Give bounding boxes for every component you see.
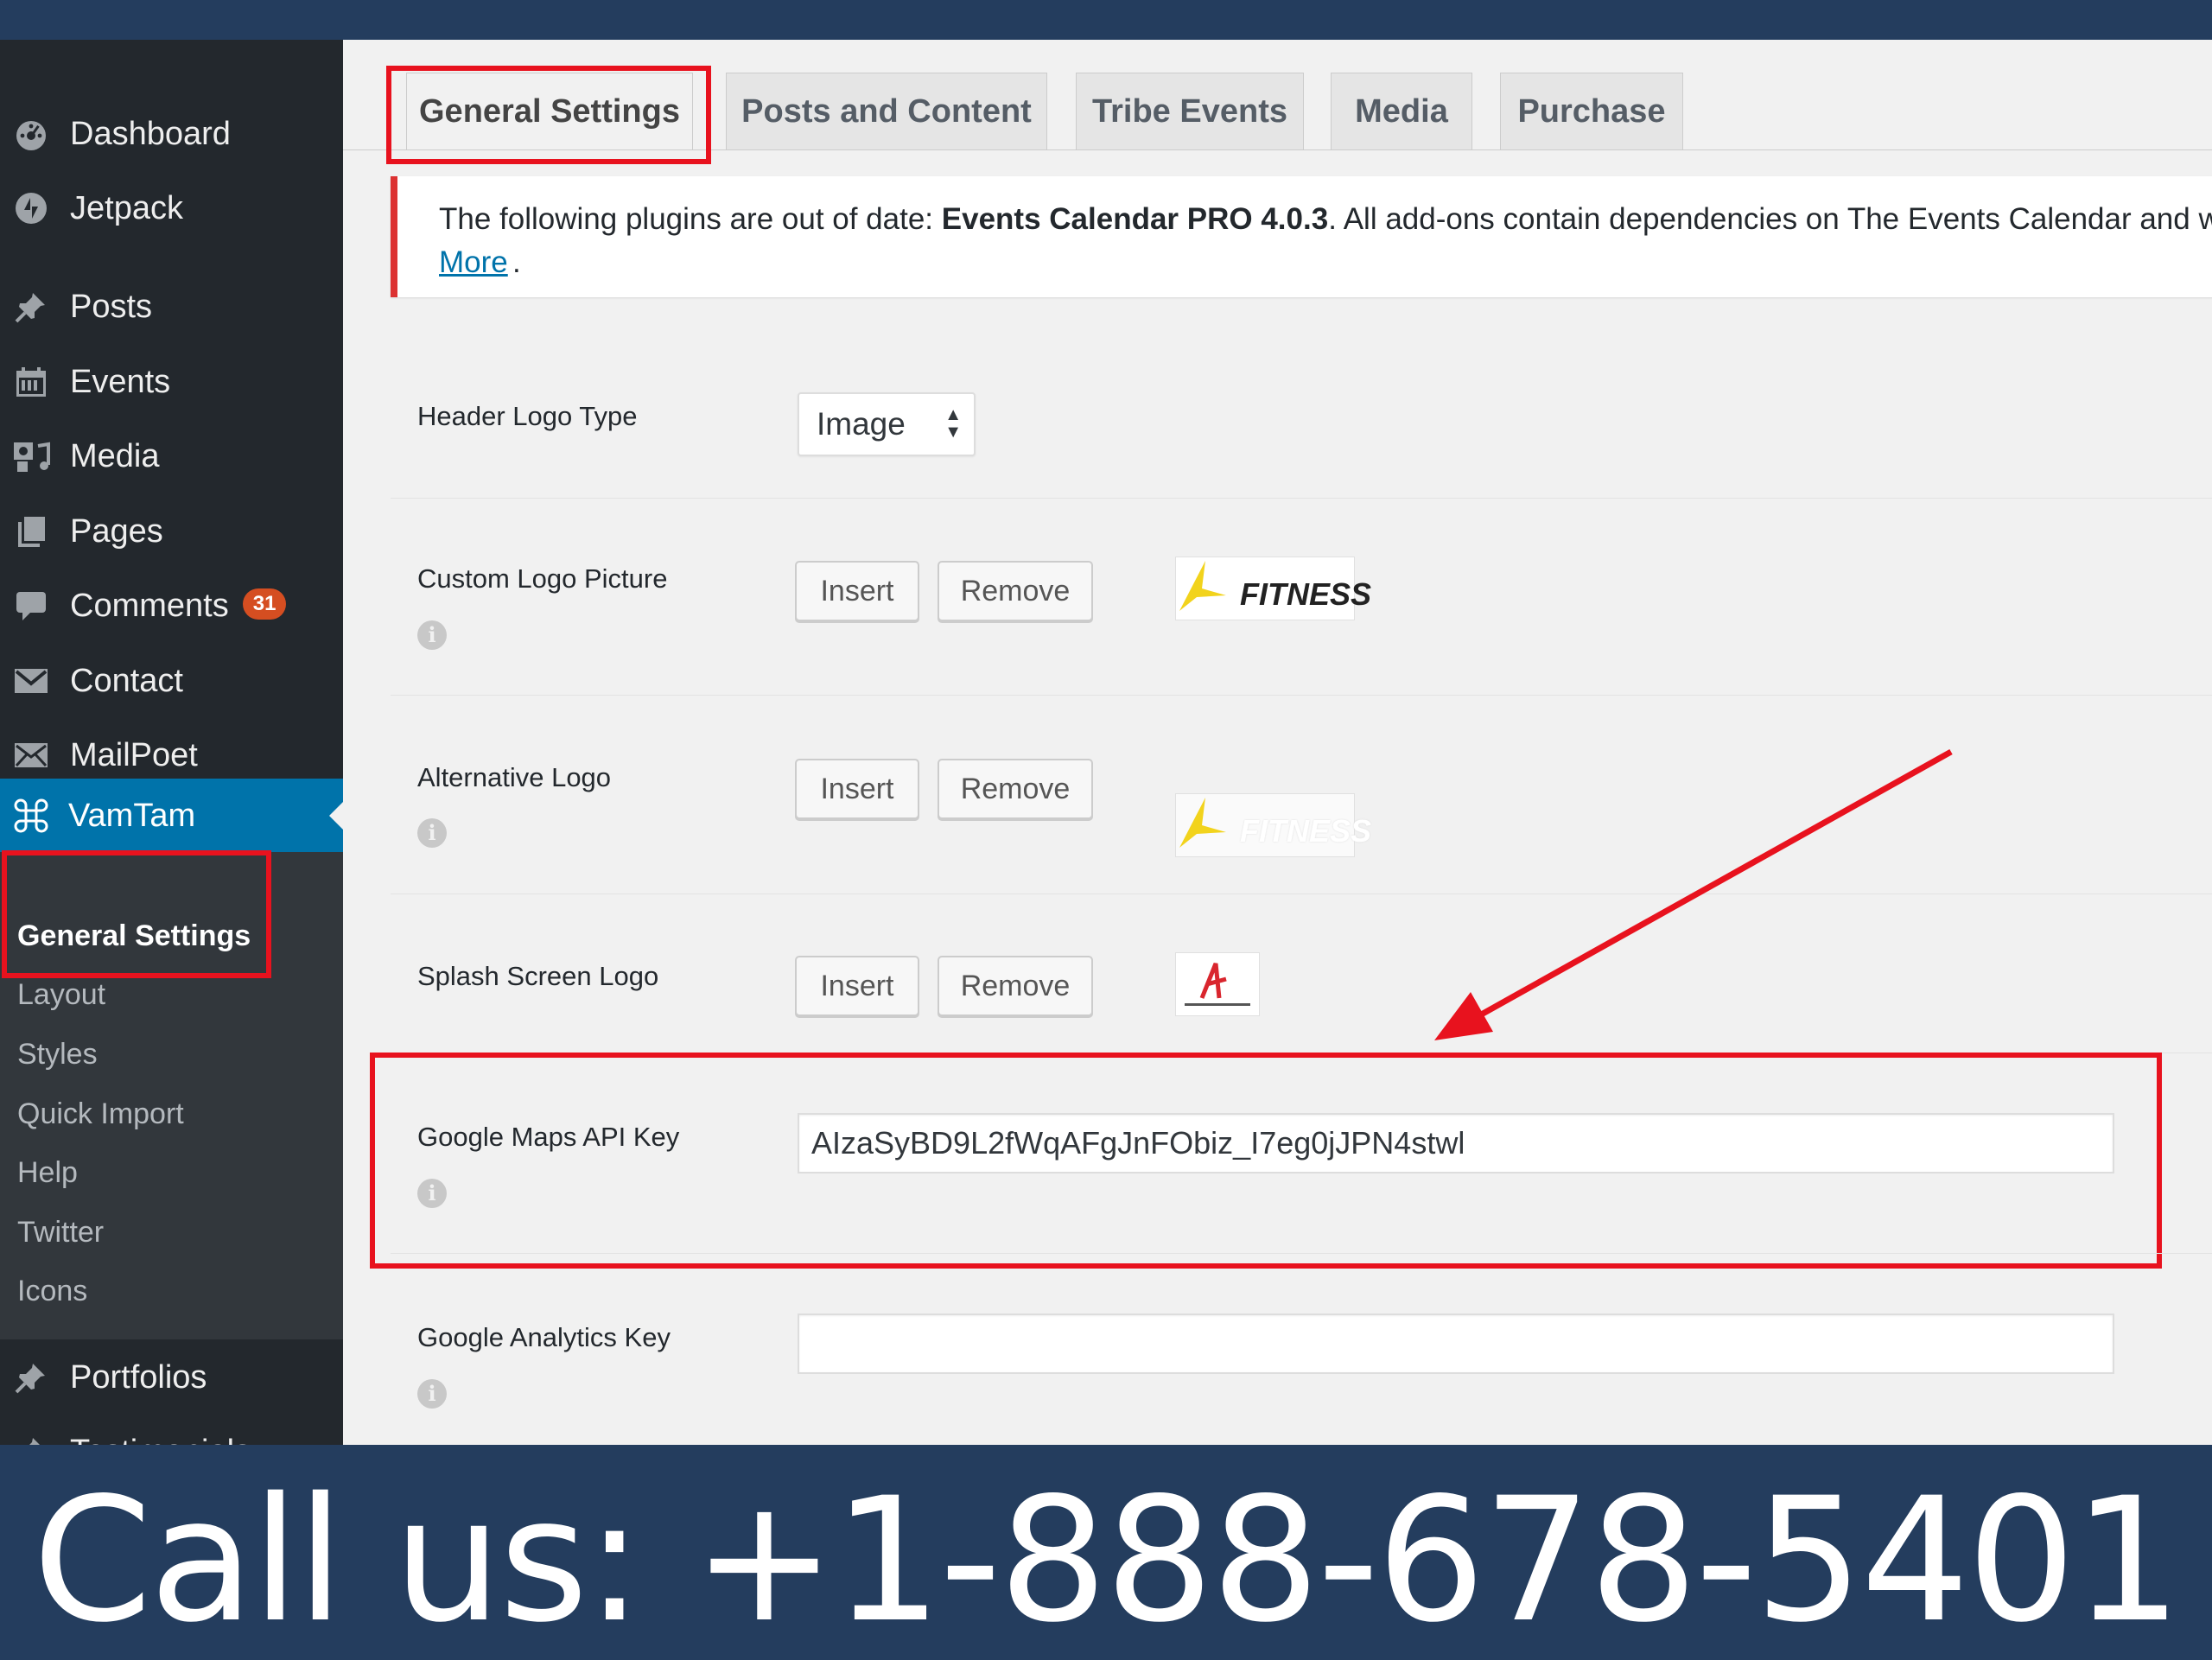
sidebar-item-pages[interactable]: Pages — [0, 497, 343, 566]
sidebar-item-vamtam[interactable]: VamTam — [0, 779, 343, 853]
info-icon[interactable]: i — [417, 620, 447, 650]
custom-logo-thumbnail: FITNESS — [1175, 557, 1371, 620]
active-menu-pointer — [329, 802, 343, 830]
row-divider — [391, 498, 2212, 499]
phone-number-text: Call us: +1-888-678-5401 — [32, 1460, 2183, 1660]
tab-media[interactable]: Media — [1331, 73, 1472, 149]
wp-admin-window: Dashboard Jetpack Posts Events Media Pag… — [0, 40, 2212, 1445]
sidebar-item-label: Contact — [70, 662, 183, 699]
call-us-banner: Call us: +1-888-678-5401 — [0, 1445, 2212, 1660]
sidebar-item-jetpack[interactable]: Jetpack — [0, 174, 343, 243]
sidebar-item-label: Portfolios — [70, 1358, 207, 1396]
plugin-update-notice: The following plugins are out of date: E… — [391, 176, 2212, 297]
splash-logo-icon — [1185, 963, 1250, 1006]
sidebar-item-events[interactable]: Events — [0, 347, 343, 417]
logo-text: FITNESS — [1240, 576, 1372, 612]
notice-text: The following plugins are out of date: E… — [439, 202, 2212, 236]
row-divider — [391, 1253, 2212, 1254]
admin-sidebar: Dashboard Jetpack Posts Events Media Pag… — [0, 40, 343, 1445]
sidebar-item-comments[interactable]: Comments 31 — [0, 571, 343, 640]
calendar-icon — [12, 363, 50, 401]
info-icon[interactable]: i — [417, 818, 447, 848]
google-analytics-key-label: Google Analytics Key — [417, 1322, 671, 1352]
splash-logo-thumbnail — [1175, 952, 1260, 1016]
splash-logo-insert-button[interactable]: Insert — [795, 956, 919, 1016]
sidebar-item-label: Comments 31 — [70, 588, 287, 625]
row-divider — [391, 695, 2212, 696]
select-value: Image — [817, 406, 906, 442]
sidebar-item-label: Posts — [70, 288, 153, 325]
sidebar-item-label: Jetpack — [70, 189, 183, 226]
sidebar-item-label: Testimonials — [70, 1434, 251, 1446]
submenu-item-styles[interactable]: Styles — [17, 1038, 98, 1072]
sidebar-item-contact[interactable]: Contact — [0, 646, 343, 716]
sidebar-item-posts[interactable]: Posts — [0, 272, 343, 341]
pin-icon — [12, 288, 50, 326]
splash-logo-remove-button[interactable]: Remove — [938, 956, 1093, 1016]
submenu-item-quick-import[interactable]: Quick Import — [17, 1097, 184, 1131]
submenu-highlight-box — [2, 850, 271, 978]
sidebar-item-label: VamTam — [68, 797, 196, 834]
tab-highlight-box — [386, 66, 711, 164]
header-logo-type-label: Header Logo Type — [417, 401, 638, 431]
submenu-item-layout[interactable]: Layout — [17, 978, 105, 1012]
media-icon — [12, 437, 50, 475]
mail-icon — [12, 736, 50, 774]
alternative-logo-label: Alternative Logo — [417, 762, 612, 792]
submenu-item-twitter[interactable]: Twitter — [17, 1216, 104, 1250]
sidebar-item-label: MailPoet — [70, 736, 198, 773]
tab-tribe-events[interactable]: Tribe Events — [1076, 73, 1304, 149]
custom-logo-remove-button[interactable]: Remove — [938, 561, 1093, 621]
red-arrow-icon — [1434, 748, 1953, 1040]
sidebar-item-portfolios[interactable]: Portfolios — [0, 1343, 343, 1412]
notice-plugin-name: Events Calendar PRO 4.0.3 — [941, 202, 1329, 236]
header-logo-type-select[interactable]: Image ▲ ▼ — [798, 392, 976, 456]
info-icon[interactable]: i — [417, 1379, 447, 1409]
logo-text: FITNESS — [1240, 813, 1372, 849]
sidebar-item-label: Events — [70, 363, 171, 400]
alternative-logo-remove-button[interactable]: Remove — [938, 759, 1093, 819]
comments-count-badge: 31 — [242, 588, 287, 620]
alternative-logo-thumbnail: FITNESS — [1175, 793, 1371, 857]
sidebar-item-label: Media — [70, 437, 160, 474]
splash-screen-logo-label: Splash Screen Logo — [417, 961, 659, 991]
api-key-highlight-box — [370, 1053, 2162, 1269]
submenu-item-help[interactable]: Help — [17, 1156, 78, 1190]
pin-icon — [12, 1358, 50, 1396]
dashboard-icon — [12, 115, 50, 153]
sidebar-item-label: Dashboard — [70, 115, 231, 152]
sidebar-item-dashboard[interactable]: Dashboard — [0, 99, 343, 169]
tab-purchase[interactable]: Purchase — [1500, 73, 1683, 149]
submenu-item-icons[interactable]: Icons — [17, 1275, 87, 1308]
sidebar-item-label: Pages — [70, 512, 163, 550]
pages-icon — [12, 512, 50, 550]
tab-posts-and-content[interactable]: Posts and Content — [726, 73, 1047, 149]
select-arrows-icon: ▲ ▼ — [944, 405, 962, 442]
jetpack-icon — [12, 189, 50, 227]
custom-logo-insert-button[interactable]: Insert — [795, 561, 919, 621]
sidebar-item-testimonials[interactable]: Testimonials — [0, 1417, 343, 1445]
custom-logo-picture-label: Custom Logo Picture — [417, 563, 668, 594]
mail-icon — [12, 662, 50, 700]
google-analytics-key-input[interactable] — [798, 1313, 2114, 1374]
command-icon — [12, 797, 50, 835]
sidebar-item-media[interactable]: Media — [0, 422, 343, 491]
comment-icon — [12, 587, 50, 625]
alternative-logo-insert-button[interactable]: Insert — [795, 759, 919, 819]
notice-more-link[interactable]: More — [439, 245, 508, 280]
pin-icon — [12, 1433, 50, 1445]
